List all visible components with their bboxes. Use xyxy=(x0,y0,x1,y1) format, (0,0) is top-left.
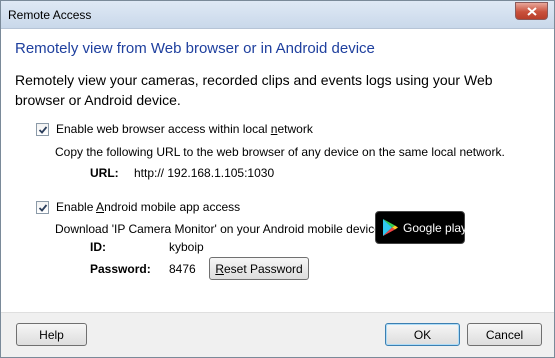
ok-button[interactable]: OK xyxy=(385,323,460,346)
google-play-badge[interactable]: Google play xyxy=(375,211,468,244)
dialog-description: Remotely view your cameras, recorded cli… xyxy=(15,72,493,108)
android-access-option[interactable]: Enable Android mobile app access xyxy=(36,200,240,214)
cancel-button[interactable]: Cancel xyxy=(467,323,542,346)
web-instruction: Copy the following URL to the web browse… xyxy=(55,145,505,159)
checkmark-icon xyxy=(38,203,48,212)
close-icon xyxy=(527,7,537,16)
dialog-footer: Help OK Cancel xyxy=(1,312,554,357)
password-value: 8476 xyxy=(169,262,196,276)
title-bar: Remote Access xyxy=(1,1,554,29)
google-play-icon xyxy=(383,219,398,236)
reset-password-label: Reset Password xyxy=(215,261,303,276)
dialog-content: Remotely view from Web browser or in And… xyxy=(1,29,554,312)
reset-password-button[interactable]: Reset Password xyxy=(209,257,309,280)
close-button[interactable] xyxy=(515,2,548,20)
web-access-checkbox[interactable] xyxy=(36,122,49,136)
web-access-label: Enable web browser access within local n… xyxy=(56,122,313,136)
android-instruction: Download 'IP Camera Monitor' on your And… xyxy=(55,222,409,236)
password-label: Password: xyxy=(90,262,151,276)
android-access-checkbox[interactable] xyxy=(36,200,49,214)
window-title: Remote Access xyxy=(8,8,92,22)
remote-access-dialog: Remote Access Remotely view from Web bro… xyxy=(0,0,555,358)
url-label: URL: xyxy=(90,166,119,180)
android-access-label: Enable Android mobile app access xyxy=(56,200,241,214)
checkmark-icon xyxy=(38,125,48,134)
url-value: http:// 192.168.1.105:1030 xyxy=(134,166,275,180)
google-play-text: Google play xyxy=(403,221,468,235)
help-button[interactable]: Help xyxy=(16,323,87,346)
web-access-option[interactable]: Enable web browser access within local n… xyxy=(36,122,313,136)
id-label: ID: xyxy=(90,240,106,254)
id-value: kyboip xyxy=(169,240,204,254)
dialog-heading: Remotely view from Web browser or in And… xyxy=(15,40,375,57)
